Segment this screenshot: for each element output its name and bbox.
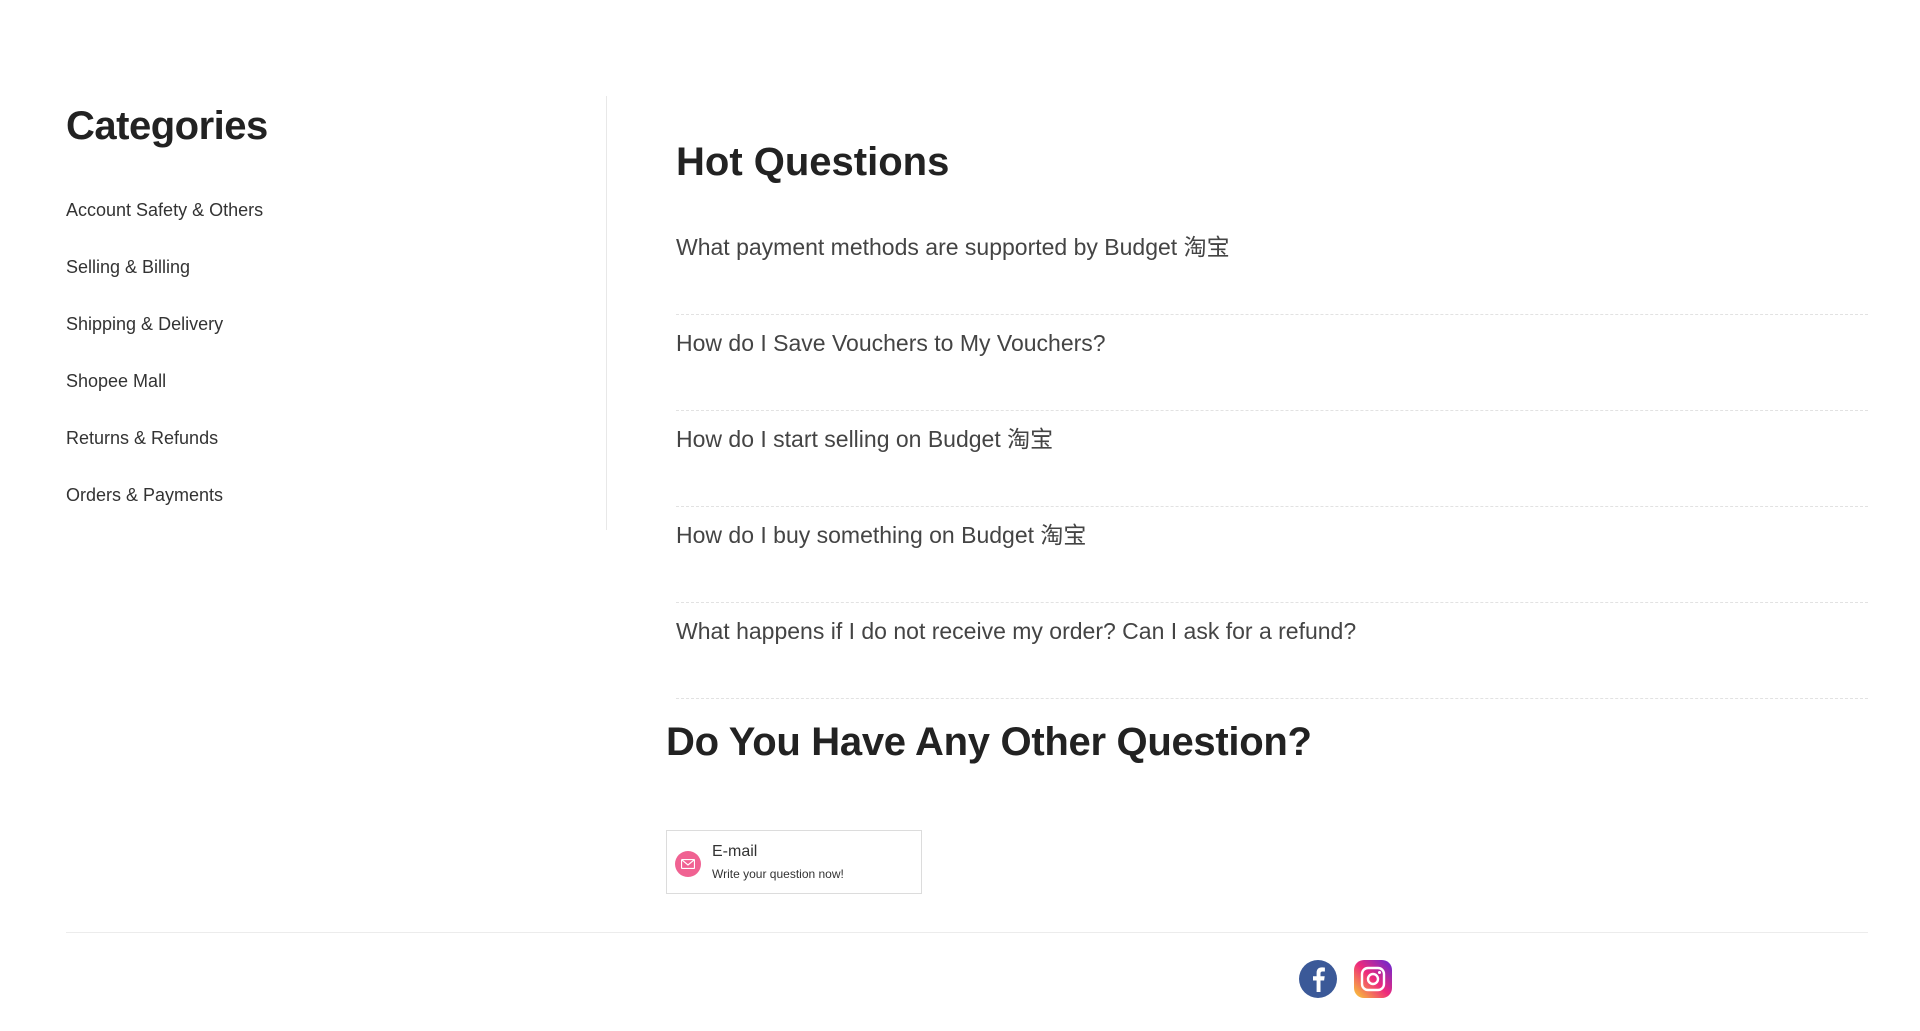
categories-title: Categories [66, 104, 268, 148]
category-item-account-safety[interactable]: Account Safety & Others [66, 198, 606, 222]
category-list: Account Safety & Others Selling & Billin… [66, 198, 606, 507]
instagram-icon[interactable] [1354, 960, 1392, 998]
question-item-refund[interactable]: What happens if I do not receive my orde… [676, 603, 1868, 699]
category-item-selling-billing[interactable]: Selling & Billing [66, 255, 606, 279]
question-item-payment-methods[interactable]: What payment methods are supported by Bu… [676, 219, 1868, 315]
category-item-shipping-delivery[interactable]: Shipping & Delivery [66, 312, 606, 336]
hot-questions-list: What payment methods are supported by Bu… [676, 219, 1868, 699]
category-item-shopee-mall[interactable]: Shopee Mall [66, 369, 606, 393]
help-center-page: Categories Account Safety & Others Selli… [0, 0, 1920, 1031]
categories-sidebar: Categories Account Safety & Others Selli… [66, 98, 606, 540]
category-item-returns-refunds[interactable]: Returns & Refunds [66, 426, 606, 450]
question-item-buy-something[interactable]: How do I buy something on Budget 淘宝 [676, 507, 1868, 603]
footer-divider [66, 932, 1868, 933]
hot-questions-title: Hot Questions [676, 140, 950, 184]
question-item-save-vouchers[interactable]: How do I Save Vouchers to My Vouchers? [676, 315, 1868, 411]
email-contact-button[interactable]: E-mail Write your question now! [666, 830, 922, 894]
sidebar-divider [606, 96, 607, 530]
email-label: E-mail [712, 843, 758, 860]
question-item-start-selling[interactable]: How do I start selling on Budget 淘宝 [676, 411, 1868, 507]
email-subtitle: Write your question now! [712, 867, 844, 881]
other-question-title: Do You Have Any Other Question? [666, 720, 1312, 764]
facebook-icon[interactable] [1299, 960, 1337, 998]
mail-icon [675, 851, 701, 877]
category-item-orders-payments[interactable]: Orders & Payments [66, 483, 606, 507]
